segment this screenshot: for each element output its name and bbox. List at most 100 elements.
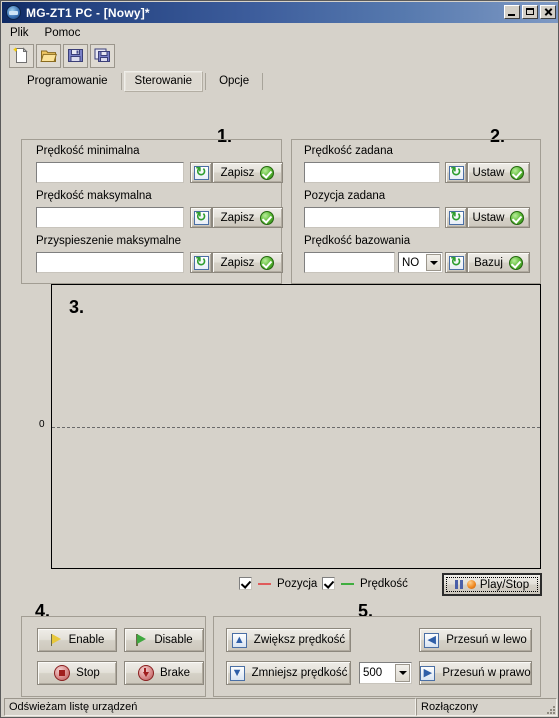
menu-bar: Plik Pomoc <box>2 23 558 42</box>
menu-item-plik[interactable]: Plik <box>10 27 29 39</box>
button-label: Przesuń w prawo <box>442 667 531 679</box>
save-button-przyspieszenie-maksymalne[interactable]: Zapisz <box>212 252 283 273</box>
tab-opcje[interactable]: Opcje <box>208 71 260 92</box>
save-file-button[interactable] <box>63 43 88 68</box>
flag-yellow-icon <box>50 634 63 646</box>
input-predkosc-bazowania[interactable] <box>304 252 395 273</box>
legend-item-pozycja[interactable]: Pozycja <box>239 577 317 590</box>
new-file-icon <box>13 47 30 64</box>
chart-y-tick-zero: 0 <box>39 419 45 430</box>
disable-button[interactable]: Disable <box>124 628 204 652</box>
button-label: Zapisz <box>220 256 255 269</box>
chevron-down-icon[interactable] <box>426 254 441 271</box>
move-right-button[interactable]: ▶ Przesuń w prawo <box>419 661 532 685</box>
save-as-file-button[interactable] <box>90 43 115 68</box>
application-window: MG-ZT1 PC - [Nowy]* Plik Pomoc Programow… <box>0 0 559 718</box>
check-circle-icon <box>510 210 525 225</box>
button-label: Brake <box>159 667 191 679</box>
set-button-pozycja-zadana[interactable]: Ustaw <box>467 207 530 228</box>
label-pozycja-zadana: Pozycja zadana <box>304 190 386 202</box>
refresh-button-przyspieszenie-maksymalne[interactable] <box>190 252 212 273</box>
refresh-button-predkosc-maksymalna[interactable] <box>190 207 212 228</box>
tab-sterowanie[interactable]: Sterowanie <box>123 71 204 92</box>
input-predkosc-minimalna[interactable] <box>36 162 184 183</box>
tab-bar: Programowanie Sterowanie Opcje <box>2 69 558 94</box>
group-box-5: ▲ Zwiększ prędkość ▼ Zmniejsz prędkość 5… <box>213 616 541 697</box>
tab-separator <box>262 73 264 90</box>
focus-ring <box>446 577 538 592</box>
chart-plot-area[interactable]: 3. <box>51 284 541 569</box>
flag-green-icon <box>135 634 148 646</box>
input-predkosc-maksymalna[interactable] <box>36 207 184 228</box>
button-label: Zapisz <box>220 211 255 224</box>
button-label: Przesuń w lewo <box>446 634 527 646</box>
tab-separator <box>120 73 122 90</box>
tab-programowanie[interactable]: Programowanie <box>16 71 119 92</box>
status-message: Odświeżam listę urządzeń <box>4 698 416 716</box>
button-label: Zapisz <box>220 166 255 179</box>
label-predkosc-minimalna: Prędkość minimalna <box>36 145 140 157</box>
app-logo-icon <box>6 5 21 20</box>
legend-checkbox-pozycja[interactable] <box>239 577 252 590</box>
refresh-icon <box>448 209 464 225</box>
close-icon[interactable] <box>540 5 556 19</box>
input-predkosc-zadana[interactable] <box>304 162 440 183</box>
check-circle-icon <box>260 210 275 225</box>
arrow-left-icon: ◀ <box>424 632 440 648</box>
menu-item-pomoc[interactable]: Pomoc <box>45 27 81 39</box>
button-label: Ustaw <box>472 166 505 179</box>
refresh-icon <box>448 254 464 270</box>
legend-checkbox-predkosc[interactable] <box>322 577 335 590</box>
input-pozycja-zadana[interactable] <box>304 207 440 228</box>
play-stop-button[interactable]: Play/Stop <box>442 573 542 596</box>
enable-button[interactable]: Enable <box>37 628 117 652</box>
arrow-down-icon: ▼ <box>229 665 245 681</box>
toolbar <box>2 42 558 69</box>
increase-speed-button[interactable]: ▲ Zwiększ prędkość <box>226 628 351 652</box>
maximize-icon[interactable] <box>522 5 538 19</box>
brake-button[interactable]: Brake <box>124 661 204 685</box>
chart-zero-gridline <box>52 427 540 428</box>
combo-bazowanie-mode[interactable]: NO <box>398 252 443 273</box>
refresh-icon <box>193 209 209 225</box>
resize-grip-icon[interactable] <box>543 702 555 714</box>
legend-label-predkosc: Prędkość <box>360 577 408 590</box>
save-as-file-icon <box>94 47 111 64</box>
input-przyspieszenie-maksymalne[interactable] <box>36 252 184 273</box>
minimize-icon[interactable] <box>504 5 520 19</box>
tab-separator <box>205 73 207 90</box>
check-circle-icon <box>508 255 523 270</box>
open-file-button[interactable] <box>36 43 61 68</box>
label-predkosc-zadana: Prędkość zadana <box>304 145 393 157</box>
refresh-button-predkosc-bazowania[interactable] <box>445 252 467 273</box>
decrease-speed-button[interactable]: ▼ Zmniejsz prędkość <box>226 661 351 685</box>
combo-value: NO <box>402 256 420 269</box>
open-file-icon <box>40 47 57 64</box>
refresh-button-pozycja-zadana[interactable] <box>445 207 467 228</box>
button-label: Zmniejsz prędkość <box>251 667 348 679</box>
refresh-icon <box>193 164 209 180</box>
label-przyspieszenie-maksymalne: Przyspieszenie maksymalne <box>36 235 182 247</box>
legend-color-swatch-pozycja <box>258 582 271 585</box>
new-file-button[interactable] <box>9 43 34 68</box>
combo-value: 500 <box>363 667 383 679</box>
refresh-button-predkosc-minimalna[interactable] <box>190 162 212 183</box>
connection-status-text: Rozłączony <box>421 701 478 713</box>
arrow-up-icon: ▲ <box>231 632 247 648</box>
connection-status: Rozłączony <box>416 698 557 716</box>
home-button-bazuj[interactable]: Bazuj <box>467 252 530 273</box>
chevron-down-icon[interactable] <box>395 664 410 682</box>
legend-item-predkosc[interactable]: Prędkość <box>322 577 408 590</box>
save-button-predkosc-maksymalna[interactable]: Zapisz <box>212 207 283 228</box>
save-file-icon <box>67 47 84 64</box>
group-box-4: Enable Disable Stop Brake <box>21 616 206 697</box>
save-button-predkosc-minimalna[interactable]: Zapisz <box>212 162 283 183</box>
refresh-button-predkosc-zadana[interactable] <box>445 162 467 183</box>
move-left-button[interactable]: ◀ Przesuń w lewo <box>419 628 532 652</box>
legend-label-pozycja: Pozycja <box>277 577 318 590</box>
set-button-predkosc-zadana[interactable]: Ustaw <box>467 162 530 183</box>
stop-button[interactable]: Stop <box>37 661 117 685</box>
title-bar: MG-ZT1 PC - [Nowy]* <box>2 2 558 23</box>
label-predkosc-maksymalna: Prędkość maksymalna <box>36 190 152 202</box>
step-size-combo[interactable]: 500 <box>359 662 412 684</box>
